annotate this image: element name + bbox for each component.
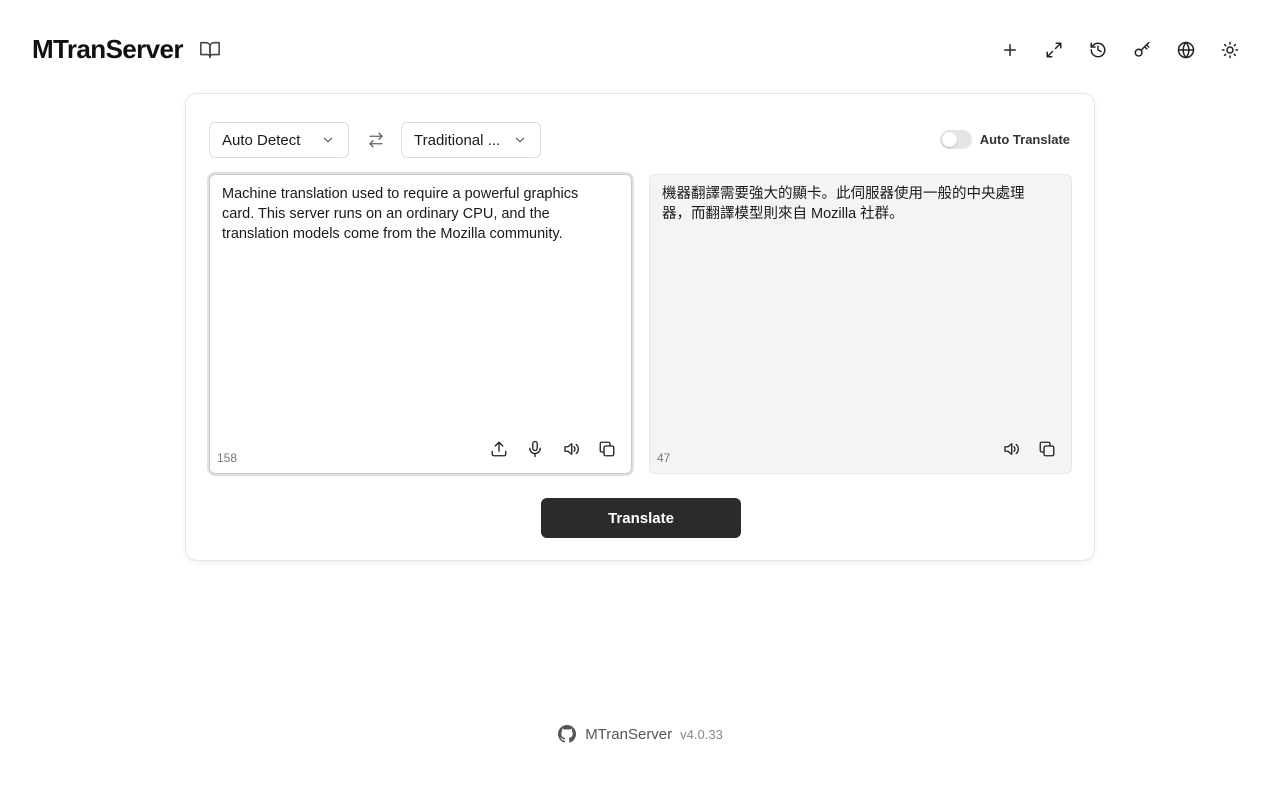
source-text[interactable]: Machine translation used to require a po… bbox=[222, 184, 611, 244]
theme-toggle-button[interactable] bbox=[1216, 36, 1244, 64]
auto-translate-label: Auto Translate bbox=[979, 132, 1070, 147]
footer-version: v4.0.33 bbox=[680, 726, 723, 742]
brand-title: MTranServer bbox=[32, 34, 184, 64]
github-icon bbox=[558, 725, 577, 743]
auto-translate-control: Auto Translate bbox=[939, 130, 1070, 149]
copy-target-button[interactable] bbox=[1035, 437, 1059, 461]
microphone-button[interactable] bbox=[523, 437, 547, 461]
footer: MTranServer v4.0.33 bbox=[0, 724, 1280, 744]
source-language-label: Auto Detect bbox=[222, 131, 301, 149]
book-open-icon bbox=[200, 41, 220, 59]
expand-icon bbox=[1046, 42, 1062, 58]
copy-source-button[interactable] bbox=[595, 437, 619, 461]
history-button[interactable] bbox=[1084, 36, 1112, 64]
github-link[interactable] bbox=[557, 724, 577, 744]
docs-button[interactable] bbox=[196, 36, 224, 64]
source-char-count: 158 bbox=[217, 451, 238, 465]
auto-translate-toggle[interactable] bbox=[939, 130, 972, 149]
fullscreen-button[interactable] bbox=[1040, 36, 1068, 64]
chevron-down-icon bbox=[320, 132, 336, 148]
globe-icon bbox=[1177, 41, 1195, 59]
speaker-icon bbox=[1004, 443, 1019, 455]
copy-icon bbox=[1039, 441, 1055, 457]
speak-target-button[interactable] bbox=[999, 437, 1023, 461]
upload-button[interactable] bbox=[487, 437, 511, 461]
swap-languages-button[interactable] bbox=[364, 128, 388, 152]
app-header: MTranServer bbox=[0, 0, 1280, 100]
key-icon bbox=[1134, 41, 1150, 57]
target-language-label: Traditional ... bbox=[414, 131, 501, 149]
toggle-knob bbox=[941, 132, 957, 147]
target-language-select[interactable]: Traditional ... bbox=[401, 122, 541, 158]
copy-icon bbox=[599, 441, 615, 457]
plus-icon bbox=[1004, 44, 1016, 56]
translate-button[interactable]: Translate bbox=[541, 498, 741, 538]
source-text-area[interactable]: Machine translation used to require a po… bbox=[209, 174, 632, 474]
sun-icon bbox=[1221, 41, 1239, 59]
api-key-button[interactable] bbox=[1128, 36, 1156, 64]
history-icon bbox=[1090, 42, 1106, 58]
source-language-select[interactable]: Auto Detect bbox=[209, 122, 349, 158]
swap-arrows-icon bbox=[369, 132, 383, 148]
speaker-icon bbox=[564, 443, 579, 455]
language-button[interactable] bbox=[1172, 36, 1200, 64]
chevron-down-icon bbox=[512, 132, 528, 148]
microphone-icon bbox=[529, 440, 541, 458]
target-text-area: 機器翻譯需要強大的顯卡。此伺服器使用一般的中央處理器，而翻譯模型則來自 Mozi… bbox=[649, 174, 1072, 474]
new-button[interactable] bbox=[996, 36, 1024, 64]
footer-app-name[interactable]: MTranServer bbox=[585, 726, 672, 743]
speak-source-button[interactable] bbox=[559, 437, 583, 461]
translator-card: Auto Detect Traditional ... Auto Transla… bbox=[185, 93, 1095, 561]
upload-icon bbox=[491, 441, 507, 457]
translated-text: 機器翻譯需要強大的顯卡。此伺服器使用一般的中央處理器，而翻譯模型則來自 Mozi… bbox=[662, 186, 1025, 222]
target-char-count: 47 bbox=[657, 451, 671, 465]
